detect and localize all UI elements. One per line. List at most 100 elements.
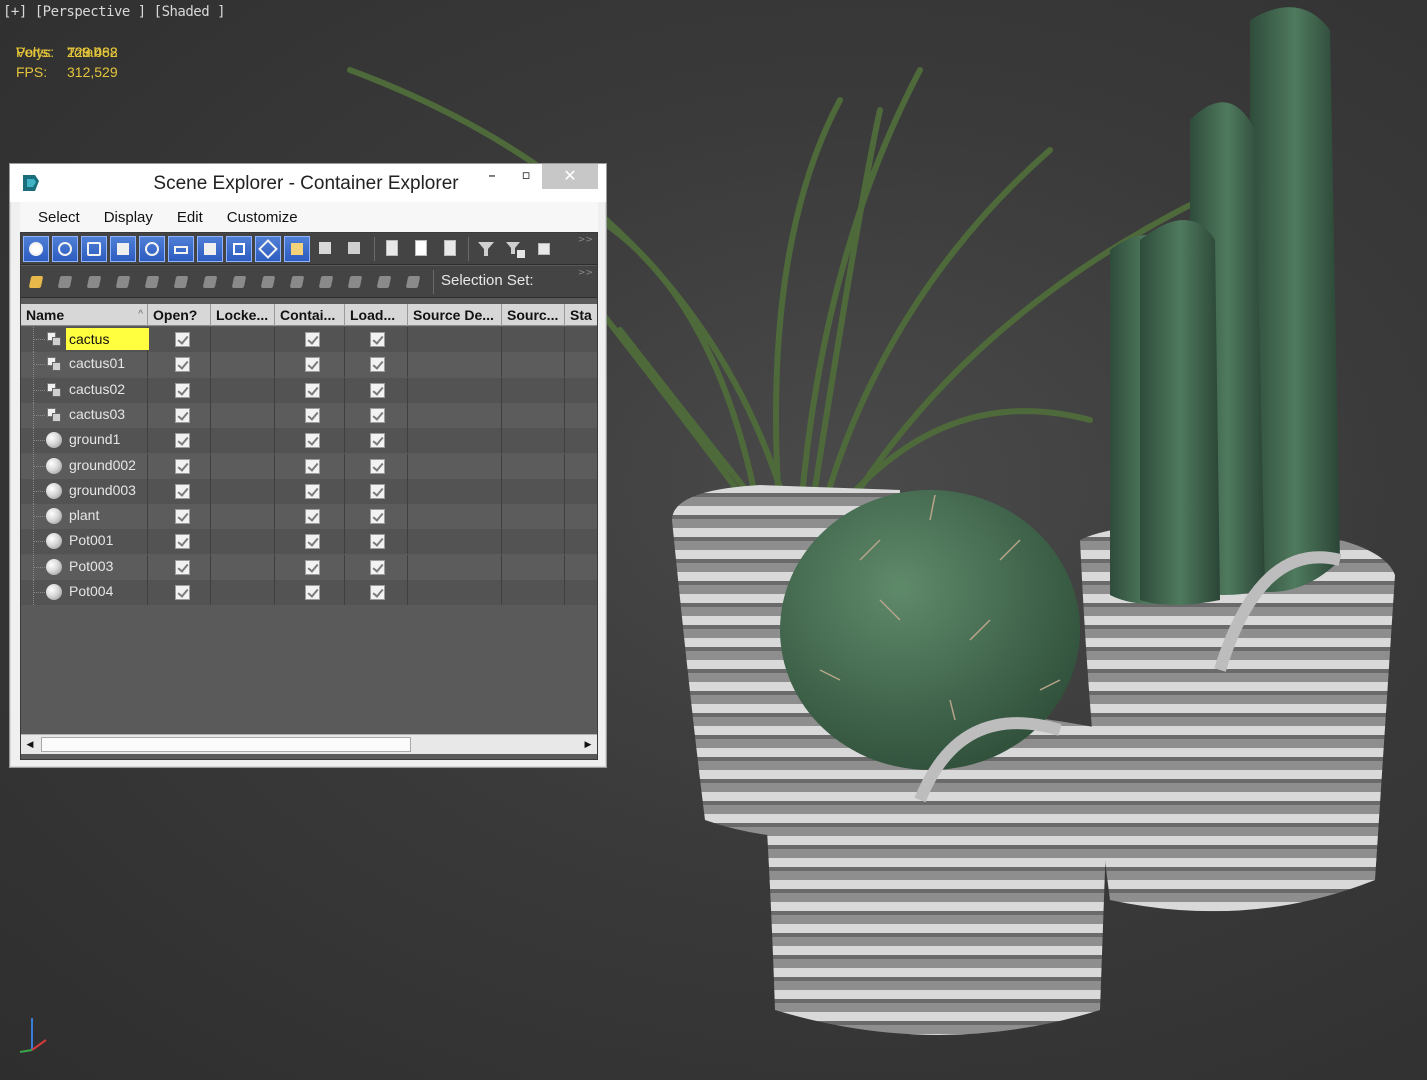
loaded-checkbox[interactable]: [370, 585, 385, 600]
geometry-sphere-icon[interactable]: [46, 482, 62, 499]
contains-checkbox[interactable]: [305, 407, 320, 423]
contains-checkbox[interactable]: [305, 559, 320, 575]
row-name[interactable]: Pot003: [69, 558, 113, 574]
contains-checkbox[interactable]: [305, 534, 320, 550]
row-name[interactable]: cactus02: [69, 381, 125, 397]
container-create-icon[interactable]: [27, 272, 47, 292]
loaded-checkbox[interactable]: [370, 483, 385, 499]
container-save-icon[interactable]: [259, 272, 279, 292]
container-unload-icon[interactable]: [230, 272, 250, 292]
table-row[interactable]: Pot003: [21, 554, 597, 580]
display-helpers-icon[interactable]: [139, 236, 165, 262]
display-bones-icon[interactable]: [255, 236, 281, 262]
window-titlebar[interactable]: Scene Explorer - Container Explorer – ▫ …: [10, 164, 606, 202]
open-checkbox[interactable]: [175, 559, 190, 575]
table-row[interactable]: cactus: [21, 327, 597, 352]
scroll-left-icon[interactable]: ◀: [23, 738, 37, 752]
container-close-icon[interactable]: [172, 272, 192, 292]
row-name[interactable]: ground1: [69, 431, 120, 447]
open-checkbox[interactable]: [175, 458, 190, 474]
table-row[interactable]: Pot001: [21, 529, 597, 555]
loaded-checkbox[interactable]: [370, 559, 385, 575]
container-icon[interactable]: [46, 331, 62, 347]
row-name[interactable]: cactus: [66, 328, 149, 350]
row-name[interactable]: ground002: [69, 457, 136, 473]
table-row[interactable]: cactus03: [21, 402, 597, 428]
display-cameras-icon[interactable]: [110, 236, 136, 262]
display-invert-icon[interactable]: [437, 236, 463, 262]
maximize-button[interactable]: ▫: [512, 164, 540, 189]
row-name[interactable]: Pot001: [69, 532, 113, 548]
viewport-label[interactable]: [+] [Perspective ] [Shaded ]: [3, 4, 226, 20]
column-locked[interactable]: Locke...: [211, 304, 275, 326]
horizontal-scrollbar[interactable]: ◀ ▶: [21, 734, 597, 754]
selection-set-label[interactable]: Selection Set:: [441, 272, 534, 289]
row-name[interactable]: Pot004: [69, 583, 113, 599]
display-groups-icon[interactable]: [197, 236, 223, 262]
container-add-icon[interactable]: [56, 272, 76, 292]
container-remove-icon[interactable]: [85, 272, 105, 292]
table-row[interactable]: ground002: [21, 453, 597, 479]
column-loaded[interactable]: Load...: [345, 304, 408, 326]
container-icon[interactable]: [46, 407, 62, 423]
display-none-icon[interactable]: [408, 236, 434, 262]
row-name[interactable]: plant: [69, 507, 99, 523]
row-name[interactable]: cactus01: [69, 355, 125, 371]
contains-checkbox[interactable]: [305, 433, 320, 449]
container-inherit-icon[interactable]: [404, 272, 424, 292]
toolbar2-overflow-icon[interactable]: >>: [578, 268, 593, 278]
open-checkbox[interactable]: [175, 433, 190, 449]
container-open-icon[interactable]: [143, 272, 163, 292]
table-row[interactable]: plant: [21, 504, 597, 530]
scroll-right-icon[interactable]: ▶: [581, 738, 595, 752]
open-checkbox[interactable]: [175, 534, 190, 550]
column-source-definition[interactable]: Source De...: [408, 304, 502, 326]
display-shapes-icon[interactable]: [52, 236, 78, 262]
scroll-thumb[interactable]: [41, 737, 411, 752]
geometry-sphere-icon[interactable]: [46, 558, 62, 575]
container-delete-icon[interactable]: [114, 272, 134, 292]
column-name[interactable]: Name ^: [21, 304, 148, 326]
container-load-icon[interactable]: [201, 272, 221, 292]
row-name[interactable]: ground003: [69, 482, 136, 498]
hierarchy-icon[interactable]: [531, 236, 557, 262]
contains-checkbox[interactable]: [305, 585, 320, 600]
minimize-button[interactable]: –: [478, 164, 506, 189]
loaded-checkbox[interactable]: [370, 357, 385, 373]
geometry-sphere-icon[interactable]: [46, 457, 62, 474]
open-checkbox[interactable]: [175, 332, 190, 347]
container-update-icon[interactable]: [288, 272, 308, 292]
column-status[interactable]: Sta: [565, 304, 597, 326]
column-source[interactable]: Sourc...: [502, 304, 565, 326]
container-merge-icon[interactable]: [346, 272, 366, 292]
contains-checkbox[interactable]: [305, 382, 320, 398]
menu-select[interactable]: Select: [38, 209, 80, 226]
geometry-sphere-icon[interactable]: [46, 508, 62, 525]
display-hidden-icon[interactable]: [342, 236, 368, 262]
container-reload-icon[interactable]: [317, 272, 337, 292]
display-xrefs-icon[interactable]: [226, 236, 252, 262]
geometry-sphere-icon[interactable]: [46, 584, 62, 600]
container-edit-icon[interactable]: [375, 272, 395, 292]
loaded-checkbox[interactable]: [370, 332, 385, 347]
open-checkbox[interactable]: [175, 585, 190, 600]
display-geometry-icon[interactable]: [23, 236, 49, 262]
loaded-checkbox[interactable]: [370, 458, 385, 474]
open-checkbox[interactable]: [175, 483, 190, 499]
scene-explorer-window[interactable]: Scene Explorer - Container Explorer – ▫ …: [9, 163, 607, 768]
filter-options-icon[interactable]: [502, 236, 528, 262]
filter-icon[interactable]: [473, 236, 499, 262]
display-lights-icon[interactable]: [81, 236, 107, 262]
display-all-icon[interactable]: [379, 236, 405, 262]
open-checkbox[interactable]: [175, 509, 190, 525]
contains-checkbox[interactable]: [305, 332, 320, 347]
menu-edit[interactable]: Edit: [177, 209, 203, 226]
table-row[interactable]: ground003: [21, 478, 597, 504]
close-button[interactable]: ✕: [542, 164, 598, 189]
contains-checkbox[interactable]: [305, 509, 320, 525]
table-row[interactable]: cactus01: [21, 352, 597, 378]
display-containers-icon[interactable]: [284, 236, 310, 262]
loaded-checkbox[interactable]: [370, 382, 385, 398]
column-contains[interactable]: Contai...: [275, 304, 345, 326]
table-row[interactable]: Pot004: [21, 580, 597, 605]
